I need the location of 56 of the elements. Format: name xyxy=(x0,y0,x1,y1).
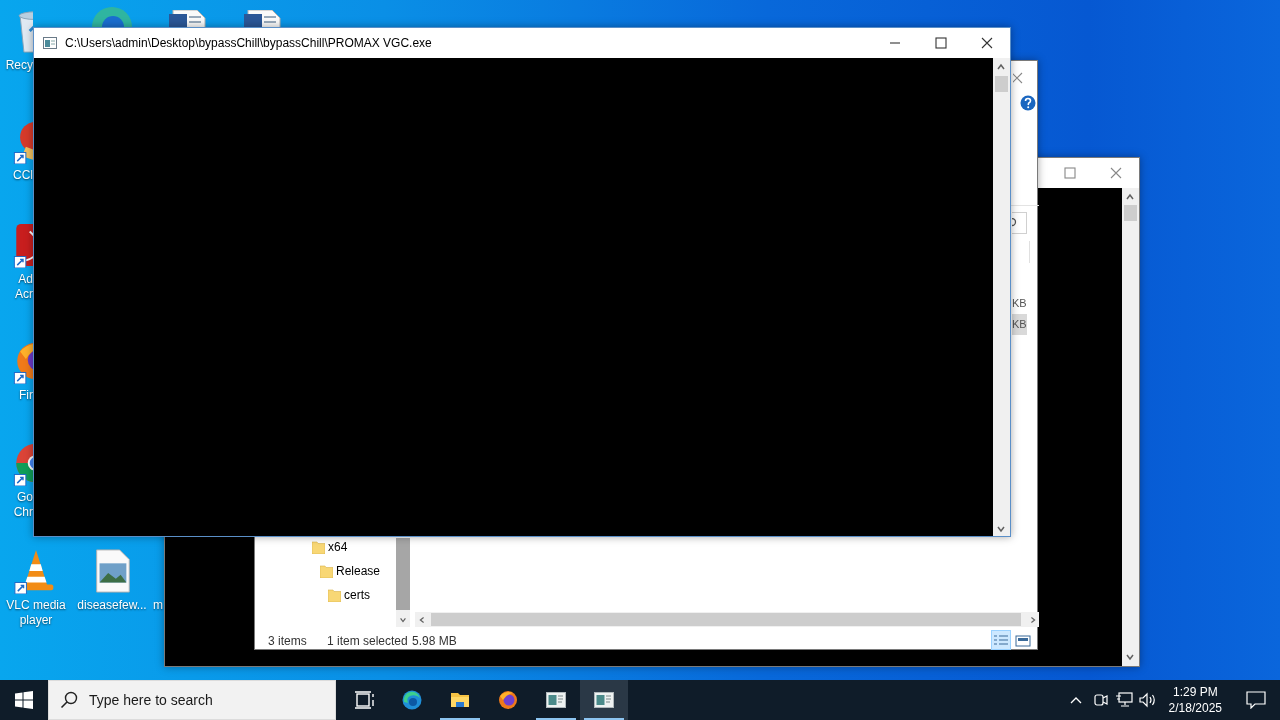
clock-date[interactable]: 2/18/2025 xyxy=(1168,700,1222,716)
document-app-icon[interactable] xyxy=(12,222,33,268)
size-cell[interactable]: KB xyxy=(1012,293,1027,314)
chevron-up-icon[interactable] xyxy=(1068,695,1083,705)
maximize-icon[interactable] xyxy=(935,37,947,49)
scroll-right-icon[interactable] xyxy=(1029,615,1037,625)
scrollbar[interactable] xyxy=(396,538,410,627)
browser-icon[interactable] xyxy=(401,689,423,711)
search-field[interactable]: Type here to search xyxy=(48,680,336,720)
folder-label[interactable]: certs xyxy=(344,586,370,604)
console-icon xyxy=(43,37,57,49)
scrollbar[interactable] xyxy=(1122,188,1139,666)
icon-label[interactable]: player xyxy=(19,613,53,628)
folder-label[interactable]: x64 xyxy=(328,538,348,556)
help-icon[interactable] xyxy=(1020,94,1036,111)
icon-label[interactable]: m xyxy=(153,598,163,613)
console-app-icon[interactable] xyxy=(593,689,615,711)
task-view-icon[interactable] xyxy=(353,689,375,711)
scrollbar[interactable] xyxy=(993,58,1010,536)
clock-time[interactable]: 1:29 PM xyxy=(1172,684,1218,700)
scroll-down-icon[interactable] xyxy=(398,616,408,624)
preview-icon xyxy=(1015,633,1031,647)
scroll-down-icon[interactable] xyxy=(1125,652,1135,662)
selection-status: 1 item selected xyxy=(327,633,408,650)
icon-label[interactable]: Ad xyxy=(18,272,33,287)
selection-size: 5.98 MB xyxy=(412,633,457,650)
icon-label[interactable]: Acr xyxy=(15,287,33,302)
scroll-up-icon[interactable] xyxy=(1125,192,1135,202)
scroll-left-icon[interactable] xyxy=(418,615,426,625)
scroll-up-icon[interactable] xyxy=(996,62,1006,72)
scroll-thumb[interactable] xyxy=(1124,205,1137,221)
scroll-down-icon[interactable] xyxy=(996,524,1006,534)
icon-label[interactable]: VLC media xyxy=(6,598,66,613)
volume-icon[interactable] xyxy=(1138,692,1157,708)
notification-icon[interactable] xyxy=(1246,691,1266,709)
horizontal-scrollbar[interactable] xyxy=(415,612,1039,627)
camera-icon[interactable] xyxy=(1092,692,1109,708)
folder-label[interactable]: Release xyxy=(336,562,381,580)
windows-start-icon[interactable] xyxy=(15,691,33,709)
icon-label[interactable]: Chr xyxy=(13,505,33,520)
scroll-thumb[interactable] xyxy=(995,76,1008,92)
icon-label[interactable]: diseasefew... xyxy=(77,598,147,613)
taskbar-button[interactable] xyxy=(580,680,628,720)
icon-label[interactable]: Recy xyxy=(5,58,33,73)
window-title: C:\Users\admin\Desktop\bypassChill\bypassChill\PROMAX VGC.exe xyxy=(65,35,433,52)
fox-globe-icon[interactable] xyxy=(497,689,519,711)
item-count: 3 items xyxy=(268,633,307,650)
size-cell[interactable]: KB xyxy=(1012,314,1027,335)
search-icon xyxy=(60,691,78,709)
icon-label[interactable]: Fir xyxy=(19,388,33,403)
icon-label[interactable]: Go xyxy=(17,490,33,505)
close-icon[interactable] xyxy=(981,37,993,49)
console-app-icon[interactable] xyxy=(545,689,567,711)
network-icon[interactable] xyxy=(1114,692,1133,708)
list-icon xyxy=(993,633,1009,647)
icon-label[interactable]: CCl xyxy=(13,168,33,183)
